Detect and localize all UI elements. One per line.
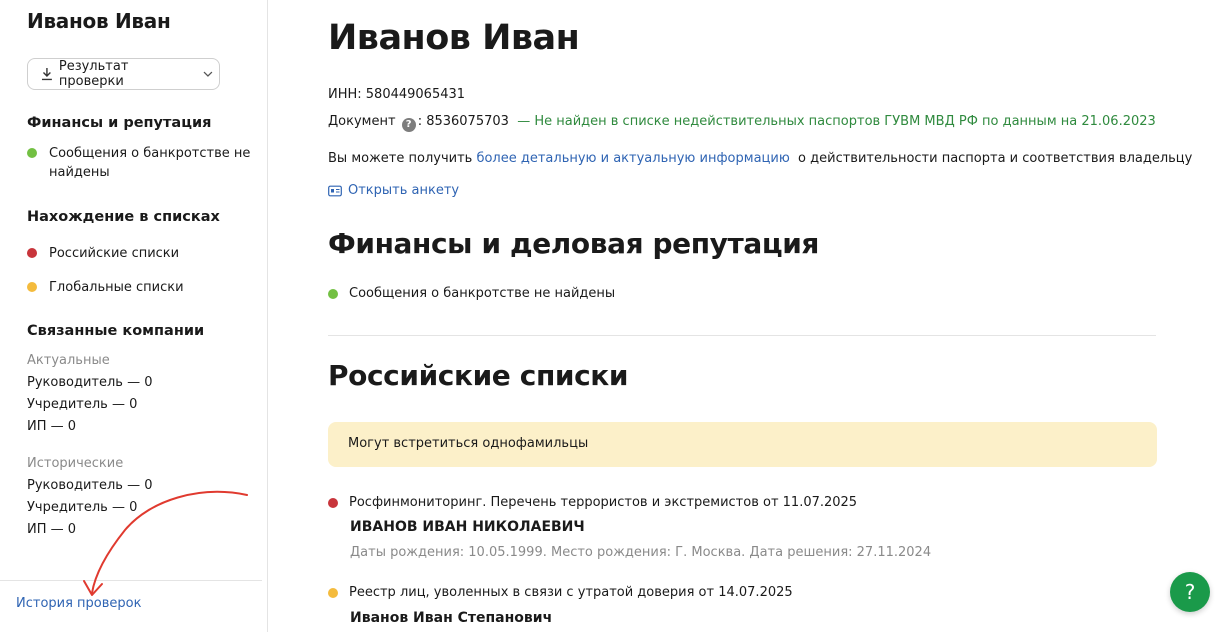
sidebar-item-russian-lists[interactable]: Российские списки xyxy=(27,244,179,263)
inn-text: ИНН: 580449065431 xyxy=(328,87,466,102)
sidebar-item-global-lists[interactable]: Глобальные списки xyxy=(27,278,184,297)
entry-details: Даты рождения: 10.05.1999. Место рождени… xyxy=(350,545,932,560)
section-divider xyxy=(328,335,1156,336)
sidebar-finance-heading[interactable]: Финансы и репутация xyxy=(27,115,211,131)
info-line: Вы можете получить более детальную и акт… xyxy=(328,151,1192,166)
entry-person-name: Иванов Иван Степанович xyxy=(350,610,553,626)
open-profile-link[interactable]: Открыть анкету xyxy=(328,183,459,198)
document-number: : 8536075703 xyxy=(417,114,509,129)
bankruptcy-item: Сообщения о банкротстве не найдены xyxy=(328,285,615,303)
result-button-label: Результат проверки xyxy=(58,59,129,89)
page-title: Иванов Иван xyxy=(328,18,580,58)
historical-ip-count[interactable]: ИП — 0 xyxy=(27,522,76,537)
status-dot-icon xyxy=(328,289,338,299)
finance-heading: Финансы и деловая репутация xyxy=(328,227,819,260)
status-dot-icon xyxy=(27,248,37,258)
annotation-arrow-icon xyxy=(83,491,248,596)
sidebar-item-bankruptcy[interactable]: Сообщения о банкротстве не найдены xyxy=(27,144,252,182)
sidebar-item-label: Сообщения о банкротстве не найдены xyxy=(49,146,251,180)
result-download-button[interactable]: Результат проверки xyxy=(27,58,220,90)
actual-director-count[interactable]: Руководитель — 0 xyxy=(27,375,152,390)
list-entry-source: Росфинмониторинг. Перечень террористов и… xyxy=(328,494,857,512)
sidebar-title: Иванов Иван xyxy=(27,9,171,33)
actual-label: Актуальные xyxy=(27,353,110,368)
status-dot-icon xyxy=(27,148,37,158)
historical-label: Исторические xyxy=(27,456,124,471)
bankruptcy-text: Сообщения о банкротстве не найдены xyxy=(349,286,616,301)
russian-lists-heading: Российские списки xyxy=(328,359,629,392)
namesake-warning: Могут встретиться однофамильцы xyxy=(328,422,1157,467)
help-button[interactable]: ? xyxy=(1170,572,1210,612)
id-card-icon xyxy=(328,185,342,196)
help-circle-icon[interactable]: ? xyxy=(401,117,416,132)
entry-person-name: ИВАНОВ ИВАН НИКОЛАЕВИЧ xyxy=(350,519,585,535)
chevron-down-icon xyxy=(203,71,213,77)
document-label: Документ xyxy=(328,114,396,129)
status-dot-icon xyxy=(27,282,37,292)
document-line: Документ ?: 8536075703 — Не найден в спи… xyxy=(328,114,1156,132)
info-prefix: Вы можете получить xyxy=(328,151,473,166)
sidebar-companies-heading[interactable]: Связанные компании xyxy=(27,323,204,339)
entry-source-text: Реестр лиц, уволенных в связи с утратой … xyxy=(349,585,793,600)
sidebar-item-label: Глобальные списки xyxy=(49,280,184,295)
status-dot-icon xyxy=(328,498,338,508)
actual-founder-count[interactable]: Учредитель — 0 xyxy=(27,397,137,412)
detailed-info-link[interactable]: более детальную и актуальную информацию xyxy=(476,151,789,166)
download-icon xyxy=(41,68,52,81)
document-status: — Не найден в списке недействительных па… xyxy=(517,114,1156,129)
sidebar-lists-heading[interactable]: Нахождение в списках xyxy=(27,209,220,225)
list-entry-source: Реестр лиц, уволенных в связи с утратой … xyxy=(328,584,793,602)
actual-ip-count[interactable]: ИП — 0 xyxy=(27,419,76,434)
sidebar-item-label: Российские списки xyxy=(49,246,180,261)
info-suffix: о действительности паспорта и соответств… xyxy=(798,151,1193,166)
entry-source-text: Росфинмониторинг. Перечень террористов и… xyxy=(349,495,858,510)
open-profile-label: Открыть анкету xyxy=(348,183,460,198)
status-dot-icon xyxy=(328,588,338,598)
